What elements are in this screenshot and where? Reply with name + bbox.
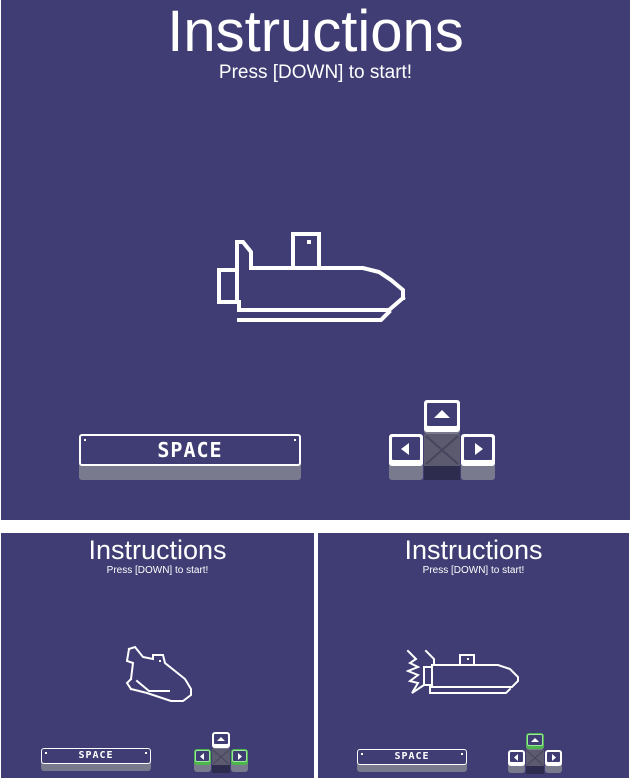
left-arrow-icon [200, 753, 204, 760]
up-key [212, 732, 230, 748]
down-key [526, 750, 544, 774]
left-key [389, 434, 423, 466]
instructions-title: Instructions [88, 535, 227, 565]
right-key [461, 434, 495, 466]
right-key [545, 750, 562, 766]
space-key-label: SPACE [78, 750, 114, 761]
submarine-sprite-tilted [125, 645, 192, 702]
cross-x-icon [526, 750, 544, 774]
right-arrow-icon [475, 443, 483, 455]
instructions-title: Instructions [404, 535, 543, 565]
left-key-highlighted [194, 749, 211, 765]
game-screen-main: Instructions Press [DOWN] to start! SPAC… [1, 0, 630, 520]
submarine-sprite-boosting [406, 649, 519, 694]
instructions-title: Instructions [167, 0, 464, 64]
up-key [424, 400, 460, 432]
left-key [508, 750, 525, 766]
space-key-label: SPACE [394, 751, 430, 762]
cross-x-icon [424, 434, 460, 480]
start-prompt: Press [DOWN] to start! [218, 62, 413, 83]
space-key-cap: SPACE [357, 749, 467, 765]
up-arrow-icon [531, 738, 539, 742]
space-key-cap: SPACE [79, 434, 301, 466]
left-arrow-icon [401, 443, 409, 455]
start-prompt: Press [DOWN] to start! [106, 565, 209, 576]
right-arrow-icon [552, 754, 556, 761]
game-screen-boosting: Instructions Press [DOWN] to start! SPAC… [318, 533, 629, 778]
right-arrow-icon [238, 753, 242, 760]
up-arrow-icon [217, 737, 225, 741]
start-prompt: Press [DOWN] to start! [422, 565, 525, 576]
space-key-cap: SPACE [41, 748, 151, 764]
space-key: SPACE [41, 748, 151, 772]
right-key-highlighted [231, 749, 248, 765]
game-screen-tilted: Instructions Press [DOWN] to start! SPAC… [1, 533, 314, 778]
space-key: SPACE [357, 749, 467, 773]
down-key [212, 749, 230, 773]
space-key-label: SPACE [157, 438, 223, 462]
down-key [424, 434, 460, 480]
up-key-highlighted [526, 733, 544, 749]
up-arrow-icon [434, 410, 450, 418]
space-key: SPACE [79, 434, 301, 482]
cross-x-icon [212, 749, 230, 773]
left-arrow-icon [514, 754, 518, 761]
submarine-sprite [217, 232, 406, 322]
